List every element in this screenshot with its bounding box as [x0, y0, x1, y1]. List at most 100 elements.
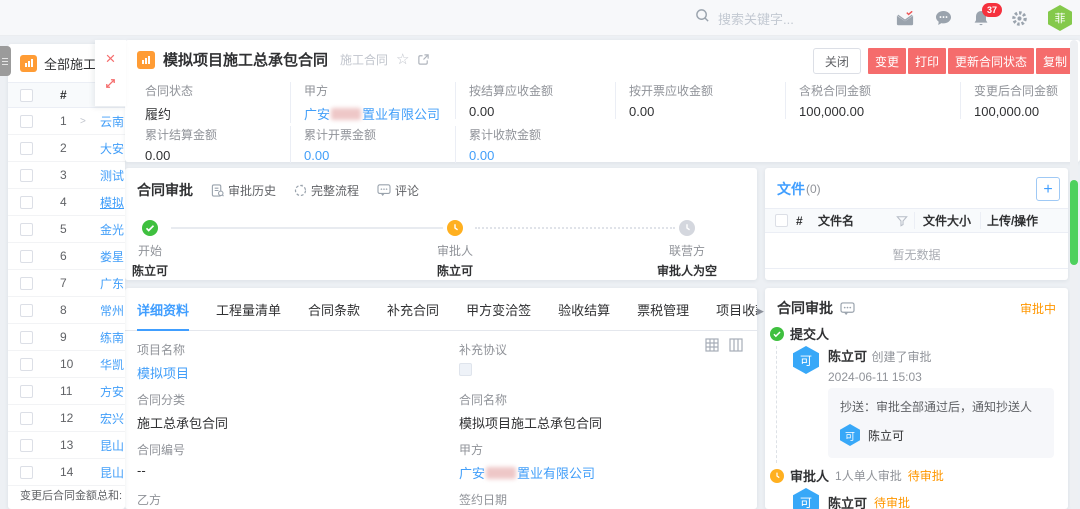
- table-row[interactable]: 4 模拟: [8, 189, 125, 216]
- row-checkbox[interactable]: [20, 115, 33, 128]
- tab-详细资料[interactable]: 详细资料: [137, 300, 189, 331]
- contract-link[interactable]: 宏兴: [100, 410, 124, 427]
- clock-circle-icon: [447, 220, 463, 236]
- row-checkbox[interactable]: [20, 358, 33, 371]
- column-view-icon[interactable]: [729, 338, 743, 352]
- mail-icon[interactable]: [896, 9, 914, 27]
- summary-field: 累计结算金额0.00: [133, 126, 217, 163]
- comment-button[interactable]: 评论: [377, 182, 419, 199]
- tab-票税管理[interactable]: 票税管理: [637, 300, 689, 330]
- favorite-star-icon[interactable]: ☆: [396, 52, 409, 67]
- settings-gear-icon[interactable]: [1010, 9, 1028, 27]
- tab-项目收款[interactable]: 项目收款: [716, 300, 757, 330]
- left-panel-handle[interactable]: [0, 46, 11, 76]
- submitter-person: 可 陈立可 创建了审批 2024-06-11 15:03: [793, 346, 931, 384]
- contract-link[interactable]: 方安: [100, 383, 124, 400]
- table-row[interactable]: 2大安: [8, 135, 125, 162]
- contract-link[interactable]: 广东: [100, 275, 124, 292]
- table-row[interactable]: 12宏兴: [8, 405, 125, 432]
- field-value[interactable]: 广安置业有限公司: [304, 104, 440, 123]
- table-row[interactable]: 11方安: [8, 378, 125, 405]
- supplement-checkbox[interactable]: [459, 363, 472, 376]
- close-button[interactable]: 关闭: [813, 48, 861, 74]
- action-button[interactable]: 变更: [868, 48, 906, 74]
- cc-name: 陈立可: [868, 427, 904, 444]
- detail-field: 乙方苏州机电工程有限公司: [137, 491, 459, 509]
- action-button[interactable]: 打印: [908, 48, 946, 74]
- field-label: 项目名称: [137, 341, 459, 358]
- contract-link[interactable]: 金光: [100, 221, 124, 238]
- row-checkbox[interactable]: [20, 304, 33, 317]
- tab-工程量清单[interactable]: 工程量清单: [216, 300, 281, 330]
- row-checkbox[interactable]: [20, 277, 33, 290]
- table-row[interactable]: 3测试: [8, 162, 125, 189]
- contract-link[interactable]: 常州: [100, 302, 124, 319]
- user-avatar[interactable]: 菲: [1048, 5, 1072, 31]
- contract-link[interactable]: 华凯: [100, 356, 124, 373]
- cc-note-box: 抄送：审批全部通过后，通知抄送人 可 陈立可: [828, 388, 1054, 458]
- table-row[interactable]: 10华凯: [8, 351, 125, 378]
- tab-验收结算[interactable]: 验收结算: [558, 300, 610, 330]
- action-button[interactable]: 更新合同状态: [948, 48, 1034, 74]
- row-checkbox[interactable]: [20, 142, 33, 155]
- table-row[interactable]: 5金光: [8, 216, 125, 243]
- field-label: 累计收款金额: [469, 126, 541, 143]
- tab-合同条款[interactable]: 合同条款: [308, 300, 360, 330]
- row-index: 4: [60, 195, 78, 209]
- contract-link[interactable]: 云南: [100, 113, 124, 130]
- table-row[interactable]: 6娄星: [8, 243, 125, 270]
- tab-甲方变洽签[interactable]: 甲方变洽签: [466, 300, 531, 330]
- row-checkbox[interactable]: [20, 223, 33, 236]
- notification-bell-icon[interactable]: 37: [972, 9, 990, 27]
- select-all-checkbox[interactable]: [20, 89, 33, 102]
- table-row[interactable]: 14昆山: [8, 459, 125, 486]
- filter-funnel-icon[interactable]: [896, 215, 908, 227]
- contract-link[interactable]: 娄星: [100, 248, 124, 265]
- table-row[interactable]: 7广东: [8, 270, 125, 297]
- files-select-all-checkbox[interactable]: [775, 214, 788, 227]
- field-value[interactable]: 0.00: [469, 148, 541, 163]
- column-label: 文件大小: [923, 214, 971, 228]
- global-search-input[interactable]: 搜索关键字...: [695, 8, 875, 28]
- comment-icon[interactable]: [840, 302, 855, 315]
- row-checkbox[interactable]: [20, 250, 33, 263]
- row-checkbox[interactable]: [20, 439, 33, 452]
- action-button[interactable]: 复制: [1036, 48, 1074, 74]
- table-row[interactable]: 1>云南: [8, 108, 125, 135]
- contract-link[interactable]: 模拟: [100, 194, 124, 211]
- row-checkbox[interactable]: [20, 331, 33, 344]
- process-button[interactable]: 完整流程: [294, 182, 359, 199]
- field-value[interactable]: 模拟项目: [137, 363, 459, 382]
- approver-mode: 1人单人审批: [835, 467, 902, 484]
- contract-link[interactable]: 昆山: [100, 437, 124, 454]
- row-checkbox[interactable]: [20, 466, 33, 479]
- row-checkbox[interactable]: [20, 196, 33, 209]
- table-view-icon[interactable]: [705, 338, 719, 352]
- vertical-scrollbar[interactable]: [1070, 40, 1078, 509]
- row-index: 8: [60, 303, 78, 317]
- contract-link[interactable]: 昆山: [100, 464, 124, 481]
- close-icon[interactable]: ×: [106, 51, 116, 67]
- field-value[interactable]: 广安置业有限公司: [459, 463, 745, 482]
- field-value[interactable]: 0.00: [304, 148, 376, 163]
- contract-link[interactable]: 测试: [100, 167, 124, 184]
- contract-link[interactable]: 练南: [100, 329, 124, 346]
- chat-icon[interactable]: [934, 9, 952, 27]
- expand-chevron-icon[interactable]: >: [80, 116, 90, 127]
- row-checkbox[interactable]: [20, 169, 33, 182]
- table-row[interactable]: 9练南: [8, 324, 125, 351]
- scrollbar-thumb[interactable]: [1070, 180, 1078, 265]
- panel-collapse-arrow[interactable]: ▶: [757, 306, 764, 317]
- table-row[interactable]: 8 常州: [8, 297, 125, 324]
- open-external-icon[interactable]: [417, 53, 430, 66]
- table-row[interactable]: 13昆山: [8, 432, 125, 459]
- cc-avatar: 可: [840, 424, 860, 446]
- add-file-button[interactable]: +: [1036, 177, 1060, 201]
- row-checkbox[interactable]: [20, 385, 33, 398]
- expand-icon[interactable]: [104, 77, 117, 95]
- submitter-label: 提交人: [790, 324, 829, 343]
- contract-link[interactable]: 大安: [100, 140, 124, 157]
- history-button[interactable]: 审批历史: [211, 182, 276, 199]
- row-checkbox[interactable]: [20, 412, 33, 425]
- tab-补充合同[interactable]: 补充合同: [387, 300, 439, 330]
